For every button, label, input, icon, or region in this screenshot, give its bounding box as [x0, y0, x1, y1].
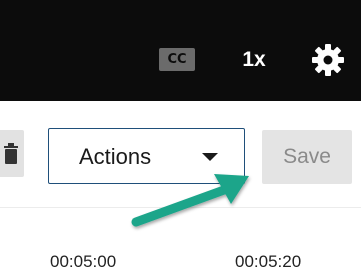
- player-control-bar: CC 1x: [0, 0, 361, 101]
- chevron-down-icon: [202, 153, 218, 161]
- timeline-timestamp: 00:05:00: [50, 252, 117, 271]
- actions-dropdown-label: Actions: [79, 144, 152, 169]
- closed-captions-icon[interactable]: CC: [159, 48, 195, 71]
- save-button[interactable]: Save: [262, 130, 352, 184]
- gear-icon[interactable]: [308, 40, 348, 80]
- editor-toolbar: Actions Save: [0, 101, 361, 208]
- playback-speed-button[interactable]: 1x: [229, 46, 279, 74]
- actions-dropdown[interactable]: Actions: [48, 128, 245, 184]
- timeline-timestamp: 00:05:20: [235, 252, 302, 271]
- timeline-ruler: 00:05:00 00:05:20: [0, 208, 361, 272]
- app-root: CC 1x Actions Save 00:05:00 00:05:20: [0, 0, 361, 272]
- delete-button[interactable]: [0, 130, 24, 177]
- trash-icon: [4, 143, 18, 164]
